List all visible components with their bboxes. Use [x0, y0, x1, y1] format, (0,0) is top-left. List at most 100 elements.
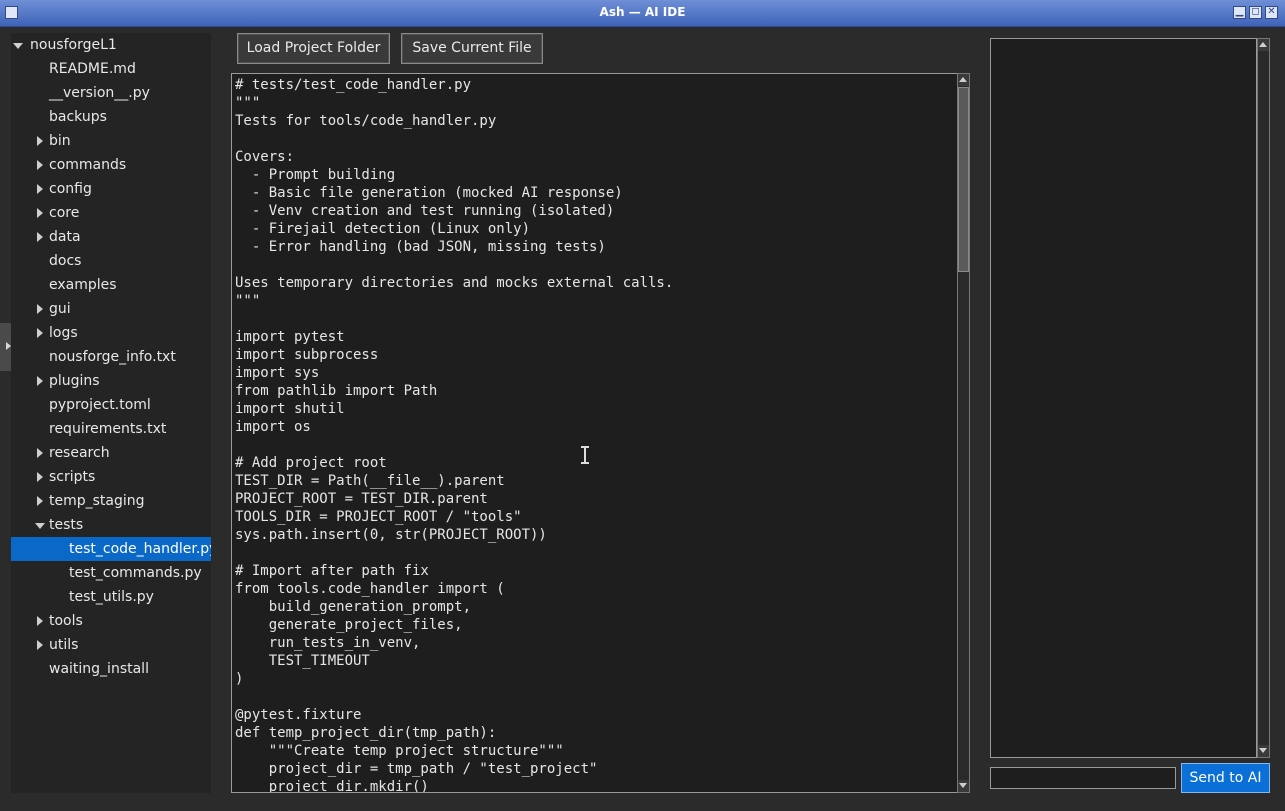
- load-project-folder-button[interactable]: Load Project Folder: [237, 33, 390, 64]
- code-line: import pytest: [235, 329, 345, 345]
- tree-root-label: nousforgeL1: [30, 37, 117, 53]
- code-line: - Prompt building: [235, 167, 396, 183]
- close-icon[interactable]: ✕: [1265, 6, 1278, 19]
- tree-item[interactable]: temp_staging: [11, 489, 211, 513]
- code-text[interactable]: # tests/test_code_handler.py """ Tests for…: [235, 76, 673, 793]
- tree-item[interactable]: test_utils.py: [11, 585, 211, 609]
- code-line: PROJECT_ROOT = TEST_DIR.parent: [235, 491, 488, 507]
- tree-item[interactable]: scripts: [11, 465, 211, 489]
- tree-item-label: README.md: [49, 61, 136, 77]
- tree-item[interactable]: examples: [11, 273, 211, 297]
- code-line: build_generation_prompt,: [235, 599, 472, 615]
- code-line: from tools.code_handler import (: [235, 581, 505, 597]
- tree-item[interactable]: plugins: [11, 369, 211, 393]
- tree-root[interactable]: nousforgeL1: [11, 33, 211, 57]
- minimize-icon[interactable]: ▁: [1233, 6, 1246, 19]
- chevron-right-icon[interactable]: [35, 465, 47, 489]
- chevron-right-icon[interactable]: [35, 321, 47, 345]
- maximize-icon[interactable]: ◻: [1249, 6, 1262, 19]
- tree-item-label: commands: [49, 157, 127, 173]
- chevron-right-icon[interactable]: [35, 489, 47, 513]
- tree-item[interactable]: gui: [11, 297, 211, 321]
- chevron-right-icon[interactable]: [35, 441, 47, 465]
- tree-item-label: backups: [49, 109, 107, 125]
- tree-item[interactable]: tools: [11, 609, 211, 633]
- scroll-down-icon[interactable]: [958, 780, 969, 792]
- tree-item[interactable]: research: [11, 441, 211, 465]
- save-current-file-button[interactable]: Save Current File: [401, 33, 543, 64]
- code-line: import os: [235, 419, 311, 435]
- tree-item[interactable]: pyproject.toml: [11, 393, 211, 417]
- tree-item-label: logs: [49, 325, 78, 341]
- tree-item[interactable]: core: [11, 201, 211, 225]
- chat-output[interactable]: [990, 38, 1257, 758]
- scroll-up-icon[interactable]: [1258, 39, 1269, 51]
- code-line: - Basic file generation (mocked AI respo…: [235, 185, 623, 201]
- code-line: def temp_project_dir(tmp_path):: [235, 725, 497, 741]
- tree-item-label: test_utils.py: [69, 589, 154, 605]
- tree-item[interactable]: waiting_install: [11, 657, 211, 681]
- tree-item[interactable]: requirements.txt: [11, 417, 211, 441]
- window-title: Ash — AI IDE: [599, 5, 686, 19]
- chevron-right-icon[interactable]: [35, 129, 47, 153]
- chevron-right-icon[interactable]: [35, 633, 47, 657]
- chat-input[interactable]: [990, 767, 1176, 789]
- code-line: # Import after path fix: [235, 563, 429, 579]
- chevron-right-icon[interactable]: [35, 369, 47, 393]
- code-line: """: [235, 293, 261, 309]
- chevron-down-icon[interactable]: [35, 513, 47, 537]
- chevron-right-icon[interactable]: [35, 201, 47, 225]
- tree-item-label: examples: [49, 277, 117, 293]
- chevron-right-icon[interactable]: [35, 609, 47, 633]
- code-line: """Create temp project structure""": [235, 743, 564, 759]
- tree-item-label: tools: [49, 613, 83, 629]
- chevron-right-icon[interactable]: [35, 297, 47, 321]
- editor-scrollbar[interactable]: [957, 73, 970, 793]
- tree-item[interactable]: backups: [11, 105, 211, 129]
- file-tree[interactable]: nousforgeL1 README.md __version__.pybacku…: [11, 33, 211, 793]
- tree-item-label: gui: [49, 301, 71, 317]
- tree-item-label: data: [49, 229, 81, 245]
- tree-item[interactable]: logs: [11, 321, 211, 345]
- tree-item[interactable]: tests: [11, 513, 211, 537]
- tree-item-label: temp_staging: [49, 493, 145, 509]
- chevron-right-icon[interactable]: [35, 153, 47, 177]
- tree-item[interactable]: README.md: [11, 57, 211, 81]
- tree-item[interactable]: config: [11, 177, 211, 201]
- chevron-right-icon[interactable]: [35, 225, 47, 249]
- tree-item[interactable]: __version__.py: [11, 81, 211, 105]
- tree-item-label: test_code_handler.py: [69, 541, 211, 557]
- code-line: project_dir.mkdir(): [235, 779, 429, 793]
- tree-item[interactable]: nousforge_info.txt: [11, 345, 211, 369]
- tree-item[interactable]: bin: [11, 129, 211, 153]
- chevron-down-icon[interactable]: [13, 33, 25, 57]
- tree-item-label: bin: [49, 133, 71, 149]
- code-editor[interactable]: # tests/test_code_handler.py """ Tests for…: [231, 73, 958, 793]
- code-line: from pathlib import Path: [235, 383, 438, 399]
- tree-item-label: docs: [49, 253, 82, 269]
- scroll-up-icon[interactable]: [958, 74, 969, 86]
- code-line: TOOLS_DIR = PROJECT_ROOT / "tools": [235, 509, 522, 525]
- tree-item-label: scripts: [49, 469, 96, 485]
- chevron-right-icon[interactable]: [35, 177, 47, 201]
- code-line: - Firejail detection (Linux only): [235, 221, 531, 237]
- tree-item-label: research: [49, 445, 110, 461]
- scroll-down-icon[interactable]: [1258, 745, 1269, 757]
- tree-item[interactable]: docs: [11, 249, 211, 273]
- tree-item[interactable]: data: [11, 225, 211, 249]
- tree-item[interactable]: commands: [11, 153, 211, 177]
- tree-item[interactable]: utils: [11, 633, 211, 657]
- tree-item[interactable]: test_commands.py: [11, 561, 211, 585]
- tree-item[interactable]: test_code_handler.py: [11, 537, 211, 561]
- code-line: run_tests_in_venv,: [235, 635, 421, 651]
- code-line: Covers:: [235, 149, 295, 165]
- editor-scroll-thumb[interactable]: [958, 87, 969, 272]
- chat-scrollbar[interactable]: [1257, 38, 1270, 758]
- send-to-ai-button[interactable]: Send to AI: [1181, 763, 1270, 793]
